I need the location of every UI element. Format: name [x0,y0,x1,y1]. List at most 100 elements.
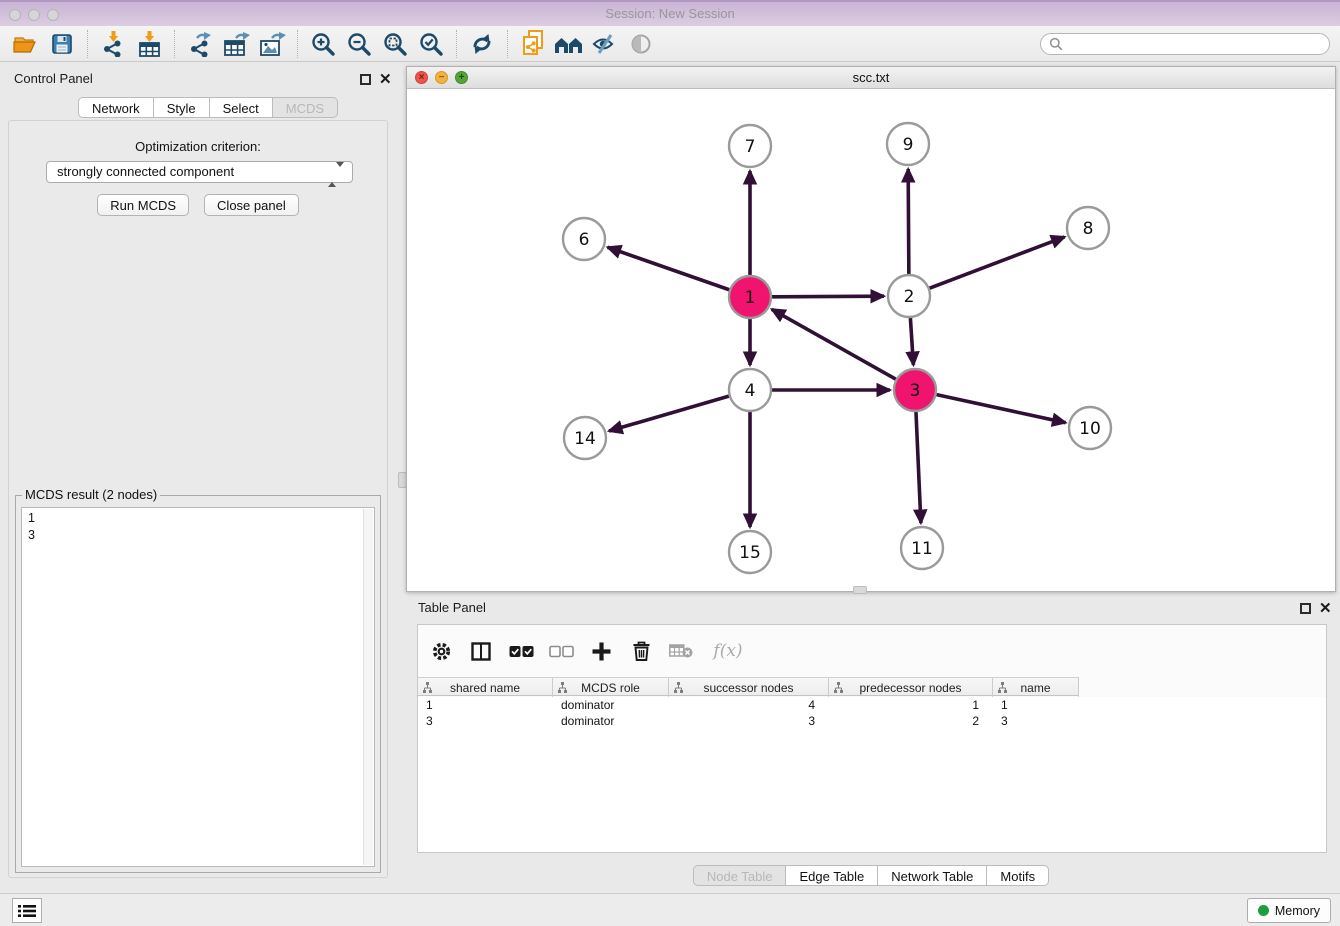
table-panel-float-icon[interactable] [1300,603,1311,614]
zoom-fit-icon[interactable] [377,29,413,59]
graph-node-4[interactable]: 4 [729,369,771,411]
tab-mcds[interactable]: MCDS [273,97,338,118]
run-mcds-button[interactable]: Run MCDS [97,194,189,216]
tab-select[interactable]: Select [210,97,273,118]
edge-3-10[interactable] [936,395,1065,423]
save-session-icon[interactable] [44,29,80,59]
column-header-predecessor-nodes[interactable]: predecessor nodes [829,678,993,697]
graph-node-1[interactable]: 1 [729,276,771,318]
svg-text:3: 3 [910,381,921,401]
edge-2-3[interactable] [910,318,913,365]
graph-node-10[interactable]: 10 [1069,407,1111,449]
import-table-icon[interactable] [131,29,167,59]
export-table-icon[interactable] [218,29,254,59]
table-row[interactable]: 3dominator323 [418,713,1326,729]
show-all-icon[interactable] [623,29,659,59]
tab-edge-table[interactable]: Edge Table [786,865,878,886]
table-panel-close-icon[interactable]: ✕ [1319,603,1332,614]
edge-4-14[interactable] [609,396,729,431]
export-image-icon[interactable] [254,29,290,59]
toolbar-separator [456,30,457,58]
import-network-icon[interactable] [95,29,131,59]
zoom-out-icon[interactable] [341,29,377,59]
export-network-icon[interactable] [182,29,218,59]
svg-text:6: 6 [579,230,590,250]
mcds-result-text[interactable]: 1 3 [22,508,374,544]
tab-motifs[interactable]: Motifs [987,865,1049,886]
table-cell[interactable]: 4 [669,697,829,713]
create-column-icon[interactable] [588,637,614,665]
unselect-all-columns-icon[interactable] [548,637,574,665]
zoom-selected-icon[interactable] [413,29,449,59]
graph-node-8[interactable]: 8 [1067,207,1109,249]
column-header-name[interactable]: name [993,678,1079,697]
network-window-titlebar[interactable]: × − + scc.txt [407,67,1335,89]
column-header-successor-nodes[interactable]: successor nodes [669,678,829,697]
toolbar-separator [507,30,508,58]
graph-node-9[interactable]: 9 [887,123,929,165]
table-header-row: shared nameMCDS rolesuccessor nodesprede… [418,677,1079,696]
graph-node-7[interactable]: 7 [729,125,771,167]
hide-selected-icon[interactable] [587,29,623,59]
graph-node-14[interactable]: 14 [564,417,606,459]
result-scrollbar[interactable] [363,509,373,865]
tab-network[interactable]: Network [78,97,154,118]
graph-node-3[interactable]: 3 [894,369,936,411]
window-titlebar[interactable]: Session: New Session [0,0,1340,26]
table-cell[interactable]: 1 [829,697,993,713]
memory-status-icon [1258,905,1269,916]
open-session-icon[interactable] [8,29,44,59]
table-cell[interactable]: 3 [993,713,1079,729]
memory-label: Memory [1275,904,1320,918]
search-input[interactable] [1040,33,1330,55]
table-toolbar: f(x) [428,633,748,669]
close-panel-button[interactable]: Close panel [204,194,299,216]
table-options-icon[interactable] [428,637,454,665]
select-all-columns-icon[interactable] [508,637,534,665]
task-history-button[interactable] [12,898,42,923]
network-graph[interactable]: 7 9 6 8 1 2 4 3 14 10 15 11 [407,89,1335,591]
refresh-layout-icon[interactable] [464,29,500,59]
new-network-from-selection-icon[interactable] [515,29,551,59]
control-panel-float-icon[interactable] [360,74,371,85]
table-cell[interactable]: 3 [669,713,829,729]
edge-3-1[interactable] [772,309,896,379]
svg-text:9: 9 [903,135,914,155]
mcds-result-area[interactable]: 1 3 [21,507,375,867]
graph-node-2[interactable]: 2 [888,275,930,317]
table-cell[interactable]: dominator [553,697,669,713]
delete-table-icon[interactable] [668,637,694,665]
table-row[interactable]: 1dominator411 [418,697,1326,713]
control-panel-close-icon[interactable]: ✕ [379,74,392,85]
show-columns-icon[interactable] [468,637,494,665]
zoom-in-icon[interactable] [305,29,341,59]
function-builder-icon[interactable]: f(x) [708,637,748,665]
criterion-select[interactable]: strongly connected component [46,161,353,183]
memory-button[interactable]: Memory [1247,898,1331,923]
delete-columns-icon[interactable] [628,637,654,665]
tab-style[interactable]: Style [154,97,210,118]
column-header-MCDS-role[interactable]: MCDS role [553,678,669,697]
table-cell[interactable]: 2 [829,713,993,729]
edge-2-9[interactable] [908,169,909,274]
edge-3-11[interactable] [916,412,921,523]
hierarchy-icon [998,682,1007,696]
tab-node-table[interactable]: Node Table [693,865,787,886]
horizontal-splitter-handle[interactable] [853,586,867,594]
table-cell[interactable]: 1 [418,697,553,713]
tab-network-table[interactable]: Network Table [878,865,987,886]
column-header-shared-name[interactable]: shared name [418,678,553,697]
edge-1-2[interactable] [772,296,884,297]
optimization-criterion-label: Optimization criterion: [9,139,387,154]
table-cell[interactable]: dominator [553,713,669,729]
graph-node-6[interactable]: 6 [563,218,605,260]
table-cell[interactable]: 1 [993,697,1079,713]
network-canvas[interactable]: 7 9 6 8 1 2 4 3 14 10 15 11 [407,89,1335,591]
graph-node-11[interactable]: 11 [901,527,943,569]
svg-text:1: 1 [745,288,756,308]
edge-2-8[interactable] [930,237,1065,288]
home-layout-icon[interactable] [551,29,587,59]
table-cell[interactable]: 3 [418,713,553,729]
graph-node-15[interactable]: 15 [729,531,771,573]
edge-1-6[interactable] [608,247,730,289]
